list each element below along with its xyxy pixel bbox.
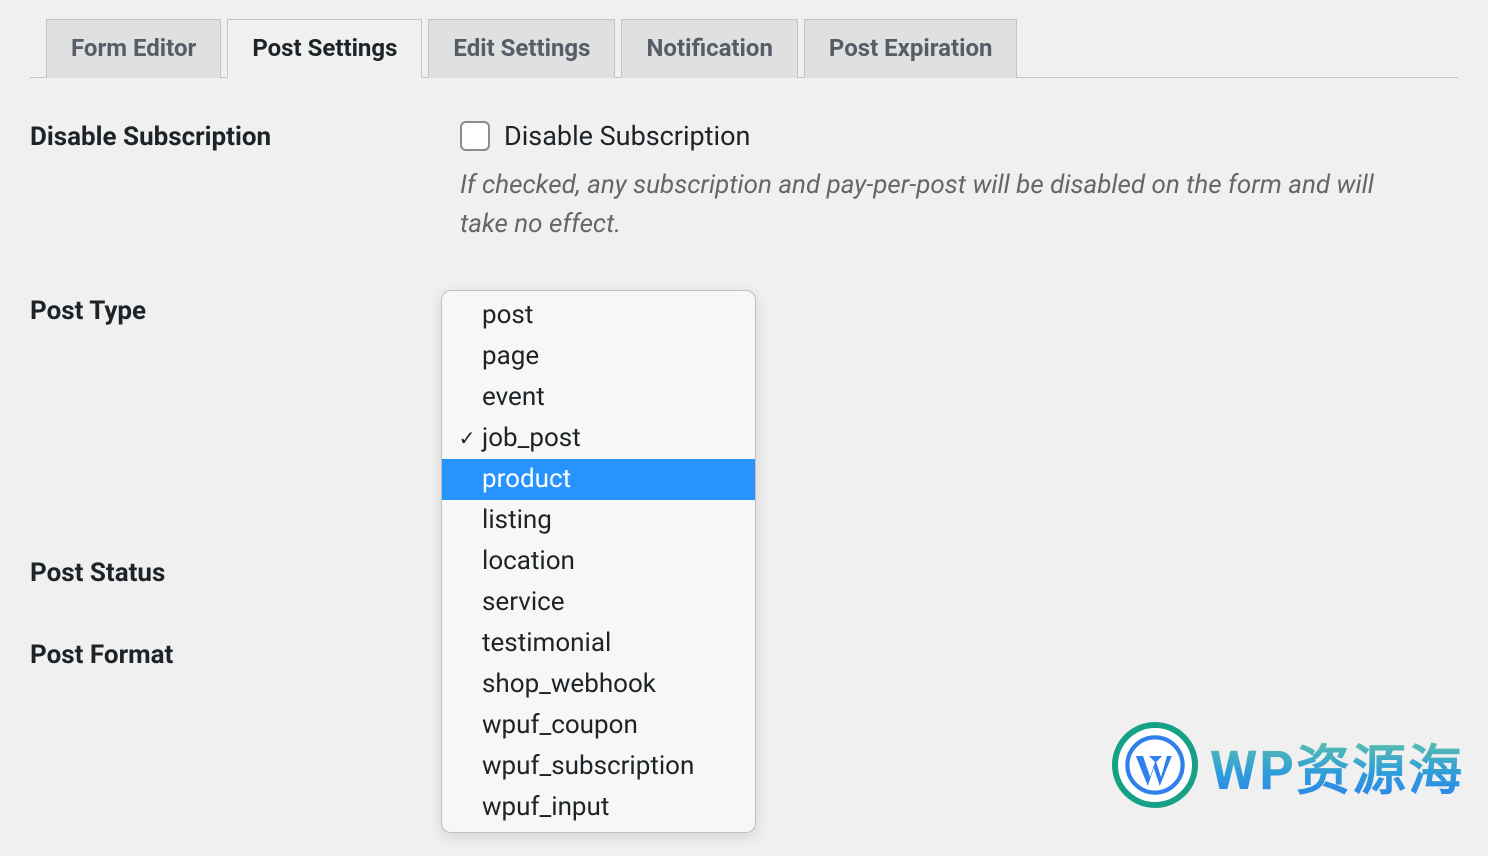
post-type-option-shop-webhook[interactable]: shop_webhook: [442, 664, 755, 705]
post-type-option-page[interactable]: page: [442, 336, 755, 377]
post-type-option-job-post[interactable]: job_post: [442, 418, 755, 459]
wordpress-icon: [1112, 722, 1198, 808]
post-type-option-service[interactable]: service: [442, 582, 755, 623]
post-type-option-event[interactable]: event: [442, 377, 755, 418]
post-type-dropdown[interactable]: post page event job_postproduct listing locat…: [441, 290, 756, 833]
option-label: wpuf_subscription: [482, 748, 694, 785]
post-type-option-testimonial[interactable]: testimonial: [442, 623, 755, 664]
watermark-text: WP资源海: [1210, 726, 1464, 805]
tabs: Form Editor Post Settings Edit Settings …: [30, 18, 1458, 78]
post-type-option-wpuf-subscription[interactable]: wpuf_subscription: [442, 746, 755, 787]
post-type-option-wpuf-input[interactable]: wpuf_input: [442, 787, 755, 828]
post-type-option-listing[interactable]: listing: [442, 500, 755, 541]
disable-subscription-checkbox[interactable]: [460, 121, 490, 151]
option-label: page: [482, 338, 539, 375]
option-label: shop_webhook: [482, 666, 656, 703]
label-disable-subscription: Disable Subscription: [30, 120, 460, 152]
option-label: listing: [482, 502, 552, 539]
tab-edit-settings[interactable]: Edit Settings: [428, 19, 615, 78]
tab-form-editor[interactable]: Form Editor: [46, 19, 221, 78]
label-post-status: Post Status: [30, 556, 460, 588]
disable-subscription-checkbox-label: Disable Subscription: [504, 120, 750, 152]
option-label: product: [482, 461, 571, 498]
post-type-option-location[interactable]: location: [442, 541, 755, 582]
post-type-option-product[interactable]: product: [442, 459, 755, 500]
option-label: job_post: [482, 420, 581, 457]
label-post-type: Post Type: [30, 294, 460, 326]
tab-notification[interactable]: Notification: [621, 19, 797, 78]
disable-subscription-help: If checked, any subscription and pay-per…: [460, 166, 1390, 244]
option-label: event: [482, 379, 545, 416]
watermark: WP资源海: [1112, 722, 1464, 808]
tab-post-settings[interactable]: Post Settings: [227, 19, 422, 78]
post-type-option-wpuf-coupon[interactable]: wpuf_coupon: [442, 705, 755, 746]
post-type-option-post[interactable]: post: [442, 295, 755, 336]
option-label: post: [482, 297, 533, 334]
control-disable-subscription: Disable Subscription If checked, any sub…: [460, 120, 1458, 244]
check-icon: [452, 420, 482, 457]
tab-post-expiration[interactable]: Post Expiration: [804, 19, 1018, 78]
option-label: location: [482, 543, 575, 580]
option-label: wpuf_coupon: [482, 707, 638, 744]
option-label: service: [482, 584, 565, 621]
row-disable-subscription: Disable Subscription Disable Subscriptio…: [30, 120, 1458, 244]
option-label: testimonial: [482, 625, 611, 662]
label-post-format: Post Format: [30, 638, 460, 670]
option-label: wpuf_input: [482, 789, 609, 826]
